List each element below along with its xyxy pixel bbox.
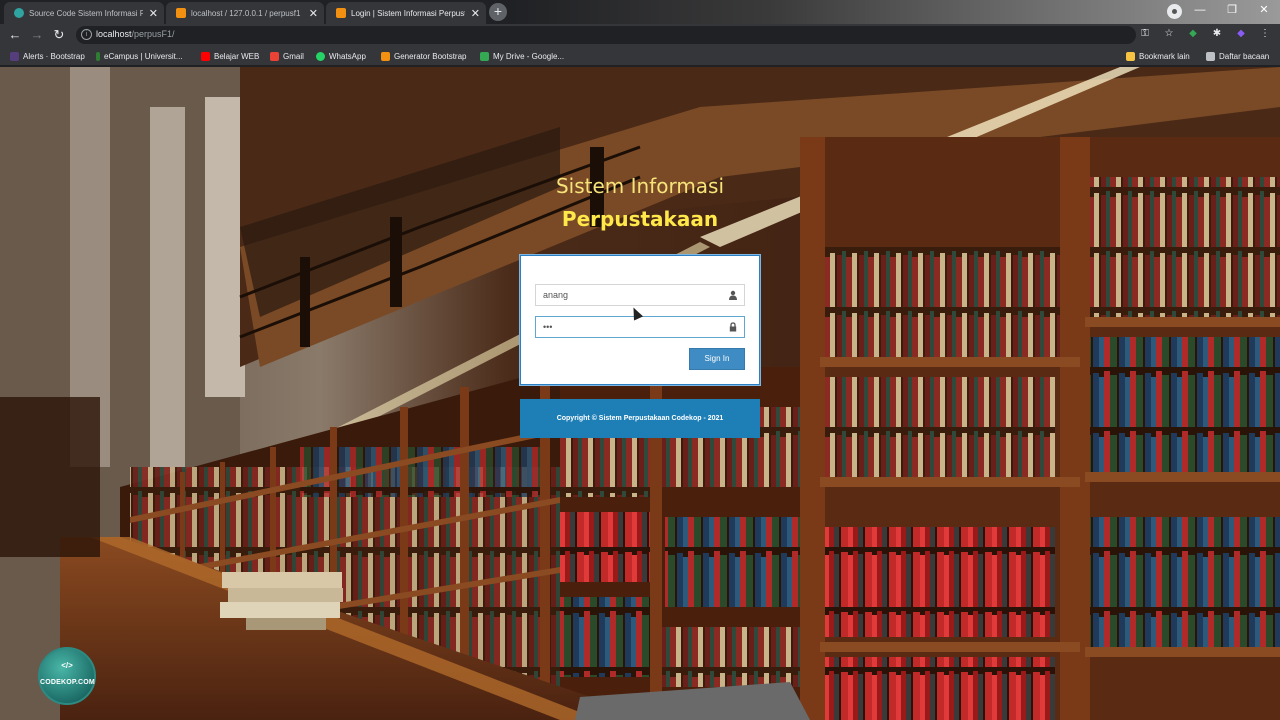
bookmark-item[interactable]: My Drive - Google... <box>480 49 564 63</box>
bookmark-item[interactable]: Generator Bootstrap <box>381 49 466 63</box>
bookmark-label: Daftar bacaan <box>1219 51 1270 61</box>
bookmark-item[interactable]: Gmail <box>270 49 304 63</box>
page-favicon-icon <box>336 8 346 18</box>
back-icon[interactable]: ← <box>6 26 24 44</box>
url-host: localhost <box>96 29 132 39</box>
bookmark-label: eCampus | Universit... <box>104 51 183 61</box>
library-background-image <box>0 67 1280 720</box>
url-path: /perpusF1/ <box>131 29 175 39</box>
media-control-icon[interactable] <box>1167 4 1182 19</box>
codekop-logo: </> CODEKOP.COM <box>38 647 96 705</box>
tab-title: localhost / 127.0.0.1 / perpusf1 | <box>191 8 303 18</box>
puzzle-icon[interactable]: ✱ <box>1210 27 1224 41</box>
whatsapp-icon <box>316 51 325 61</box>
bookmark-label: Bookmark lain <box>1139 51 1190 61</box>
reload-icon[interactable]: ↻ <box>50 26 68 44</box>
close-tab-icon[interactable]: ✕ <box>309 7 318 20</box>
reading-list-icon <box>1206 51 1215 61</box>
user-icon <box>728 290 738 300</box>
bookmark-label: WhatsApp <box>329 51 366 61</box>
generator-icon <box>381 51 390 61</box>
bookmark-item[interactable]: eCampus | Universit... <box>96 49 183 63</box>
close-tab-icon[interactable]: ✕ <box>149 7 158 20</box>
logo-tag: </> <box>61 661 73 670</box>
lock-icon <box>728 322 738 332</box>
tab-phpmyadmin[interactable]: localhost / 127.0.0.1 / perpusf1 | ✕ <box>166 2 324 24</box>
address-bar[interactable]: i localhost/perpusF1/ <box>76 26 1136 44</box>
phpmyadmin-favicon-icon <box>176 8 186 18</box>
bookmark-label: Belajar WEB <box>214 51 260 61</box>
app-title: Sistem Informasi <box>555 174 725 198</box>
sign-in-button[interactable]: Sign In <box>689 348 745 370</box>
minimize-button[interactable]: — <box>1184 0 1216 22</box>
bookmark-item[interactable]: WhatsApp <box>316 49 366 63</box>
google-drive-icon <box>480 51 489 61</box>
username-field[interactable] <box>535 284 745 306</box>
menu-icon[interactable]: ⋮ <box>1258 27 1272 41</box>
codekop-favicon-icon <box>14 8 24 18</box>
page-viewport: Sistem Informasi Perpustakaan Sign In Co… <box>0 67 1280 720</box>
profile-extension-icon[interactable]: ◆ <box>1234 27 1248 41</box>
close-window-button[interactable]: ✕ <box>1248 0 1280 22</box>
other-bookmarks[interactable]: Bookmark lain <box>1126 49 1190 63</box>
forward-icon[interactable]: → <box>28 26 46 44</box>
login-form: Sign In <box>520 255 760 385</box>
bookmark-star-icon[interactable]: ☆ <box>1162 27 1176 41</box>
bookmark-label: Gmail <box>283 51 304 61</box>
bookmark-label: Alerts · Bootstrap <box>23 51 85 61</box>
ecampus-icon <box>96 51 100 61</box>
close-tab-icon[interactable]: ✕ <box>471 7 480 20</box>
site-info-icon[interactable]: i <box>81 29 92 40</box>
extension-icon[interactable]: ◆ <box>1186 27 1200 41</box>
app-subtitle: Perpustakaan <box>561 207 719 231</box>
tab-title: Source Code Sistem Informasi Pe <box>29 8 143 18</box>
password-input[interactable] <box>536 317 721 337</box>
maximize-button[interactable]: ❐ <box>1216 0 1248 22</box>
folder-icon <box>1126 51 1135 61</box>
tab-strip: Source Code Sistem Informasi Pe ✕ localh… <box>0 0 1280 24</box>
tab-login[interactable]: Login | Sistem Informasi Perpust ✕ <box>326 2 486 24</box>
bookmark-item[interactable]: Alerts · Bootstrap <box>10 49 85 63</box>
new-tab-button[interactable]: + <box>489 3 507 21</box>
bookmark-label: Generator Bootstrap <box>394 51 467 61</box>
tab-title: Login | Sistem Informasi Perpust <box>351 8 465 18</box>
bookmark-item[interactable]: Belajar WEB <box>201 49 259 63</box>
reading-list[interactable]: Daftar bacaan <box>1206 49 1269 63</box>
tab-source-code[interactable]: Source Code Sistem Informasi Pe ✕ <box>4 2 164 24</box>
browser-toolbar: ← → ↻ i localhost/perpusF1/ ⚿ ☆ ◆ ✱ ◆ ⋮ <box>0 24 1280 46</box>
username-input[interactable] <box>536 285 721 305</box>
url-text: localhost/perpusF1/ <box>96 29 175 39</box>
bookmark-label: My Drive - Google... <box>493 51 565 61</box>
bootstrap-icon <box>10 51 19 61</box>
gmail-icon <box>270 51 279 61</box>
toolbar-icons: ⚿ ☆ ◆ ✱ ◆ ⋮ <box>1138 27 1272 41</box>
bookmarks-bar: Alerts · Bootstrap eCampus | Universit..… <box>0 46 1280 66</box>
window-controls: — ❐ ✕ <box>1184 0 1280 22</box>
youtube-icon <box>201 51 210 61</box>
copyright-footer: Copyright © Sistem Perpustakaan Codekop … <box>520 399 760 438</box>
password-field[interactable] <box>535 316 745 338</box>
key-icon[interactable]: ⚿ <box>1138 27 1152 41</box>
logo-name: CODEKOP.COM <box>40 679 95 686</box>
